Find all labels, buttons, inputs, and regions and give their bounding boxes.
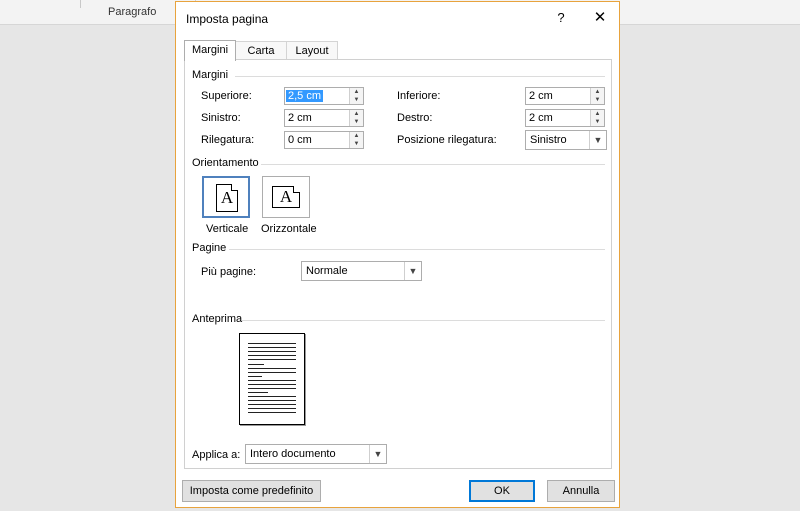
stepper-up-icon[interactable]: ▲ xyxy=(591,110,604,118)
preview-text-line xyxy=(248,392,268,393)
left-margin-input[interactable]: 2 cm ▲ ▼ xyxy=(284,109,364,127)
stepper-down-icon[interactable]: ▼ xyxy=(591,118,604,126)
preview-text-line xyxy=(248,404,296,405)
preview-text-line xyxy=(248,343,296,344)
left-margin-stepper[interactable]: ▲ ▼ xyxy=(349,110,363,126)
dialog-title: Imposta pagina xyxy=(186,12,269,26)
set-default-button[interactable]: Imposta come predefinito xyxy=(182,480,321,502)
section-title-pages: Pagine xyxy=(192,242,227,254)
top-margin-value: 2,5 cm xyxy=(286,90,324,102)
bottom-margin-stepper[interactable]: ▲ ▼ xyxy=(590,88,604,104)
top-margin-stepper[interactable]: ▲ ▼ xyxy=(349,88,363,104)
bottom-margin-label: Inferiore: xyxy=(397,90,441,102)
preview-text-line xyxy=(248,388,296,389)
gutter-value: 0 cm xyxy=(288,134,312,146)
stepper-down-icon[interactable]: ▼ xyxy=(350,140,363,148)
help-button[interactable]: ? xyxy=(551,8,571,28)
section-divider xyxy=(229,249,605,250)
preview-text-line xyxy=(248,359,296,360)
right-margin-stepper[interactable]: ▲ ▼ xyxy=(590,110,604,126)
multiple-pages-select[interactable]: Normale ▼ xyxy=(301,261,422,281)
portrait-button[interactable]: A xyxy=(202,176,250,218)
tab-carta[interactable]: Carta xyxy=(234,41,288,60)
preview-text-line xyxy=(248,376,262,377)
section-title-orientation: Orientamento xyxy=(192,157,259,169)
apply-to-value: Intero documento xyxy=(250,448,336,460)
stepper-down-icon[interactable]: ▼ xyxy=(350,96,363,104)
preview-text-line xyxy=(248,384,296,385)
portrait-label: Verticale xyxy=(206,223,249,235)
top-margin-label: Superiore: xyxy=(201,90,252,102)
multiple-pages-label: Più pagine: xyxy=(201,266,257,278)
section-title-margins: Margini xyxy=(192,69,229,81)
tab-margini[interactable]: Margini xyxy=(184,40,236,61)
preview-text-line xyxy=(248,364,264,365)
preview-text-line xyxy=(248,347,296,348)
right-margin-label: Destro: xyxy=(397,112,433,124)
chevron-down-icon[interactable]: ▼ xyxy=(369,445,386,463)
portrait-page-icon: A xyxy=(216,184,238,212)
gutter-position-select[interactable]: Sinistro ▼ xyxy=(525,130,607,150)
ribbon-group-label: Paragrafo xyxy=(108,6,157,18)
cancel-button[interactable]: Annulla xyxy=(547,480,615,502)
apply-to-label: Applica a: xyxy=(192,449,241,461)
preview-text-line xyxy=(248,396,296,397)
page-setup-dialog: Imposta pagina ? ✕ Margini Carta Layout … xyxy=(175,1,620,508)
gutter-position-label: Posizione rilegatura: xyxy=(397,134,497,146)
dialog-titlebar: Imposta pagina ? ✕ xyxy=(176,2,619,34)
apply-to-select[interactable]: Intero documento ▼ xyxy=(245,444,387,464)
landscape-button[interactable]: A xyxy=(262,176,310,218)
tab-panel-margini: Margini Superiore: 2,5 cm ▲ ▼ Inferiore: … xyxy=(184,59,612,469)
multiple-pages-value: Normale xyxy=(306,265,348,277)
preview-text-line xyxy=(248,351,296,352)
section-title-preview: Anteprima xyxy=(192,313,243,325)
gutter-position-value: Sinistro xyxy=(530,134,567,146)
left-margin-label: Sinistro: xyxy=(201,112,241,124)
section-divider xyxy=(242,320,605,321)
stepper-up-icon[interactable]: ▲ xyxy=(591,88,604,96)
preview-text-line xyxy=(248,400,296,401)
left-margin-value: 2 cm xyxy=(288,112,312,124)
section-divider xyxy=(235,76,605,77)
section-divider xyxy=(261,164,605,165)
preview-text-line xyxy=(248,355,296,356)
gutter-input[interactable]: 0 cm ▲ ▼ xyxy=(284,131,364,149)
top-margin-input[interactable]: 2,5 cm ▲ ▼ xyxy=(284,87,364,105)
gutter-stepper[interactable]: ▲ ▼ xyxy=(349,132,363,148)
bottom-margin-input[interactable]: 2 cm ▲ ▼ xyxy=(525,87,605,105)
page-preview xyxy=(239,333,305,425)
landscape-page-icon: A xyxy=(272,186,300,208)
close-button[interactable]: ✕ xyxy=(588,7,612,29)
stepper-down-icon[interactable]: ▼ xyxy=(591,96,604,104)
right-margin-value: 2 cm xyxy=(529,112,553,124)
preview-text-line xyxy=(248,408,296,409)
preview-text-line xyxy=(248,368,296,369)
right-margin-input[interactable]: 2 cm ▲ ▼ xyxy=(525,109,605,127)
landscape-label: Orizzontale xyxy=(261,223,317,235)
stepper-up-icon[interactable]: ▲ xyxy=(350,132,363,140)
chevron-down-icon[interactable]: ▼ xyxy=(589,131,606,149)
stepper-down-icon[interactable]: ▼ xyxy=(350,118,363,126)
preview-text-line xyxy=(248,372,296,373)
bottom-margin-value: 2 cm xyxy=(529,90,553,102)
tab-layout[interactable]: Layout xyxy=(286,41,338,60)
gutter-label: Rilegatura: xyxy=(201,134,255,146)
ribbon-separator xyxy=(80,0,81,8)
chevron-down-icon[interactable]: ▼ xyxy=(404,262,421,280)
stepper-up-icon[interactable]: ▲ xyxy=(350,110,363,118)
ok-button[interactable]: OK xyxy=(469,480,535,502)
preview-text-line xyxy=(248,412,296,413)
preview-text-line xyxy=(248,380,296,381)
stepper-up-icon[interactable]: ▲ xyxy=(350,88,363,96)
